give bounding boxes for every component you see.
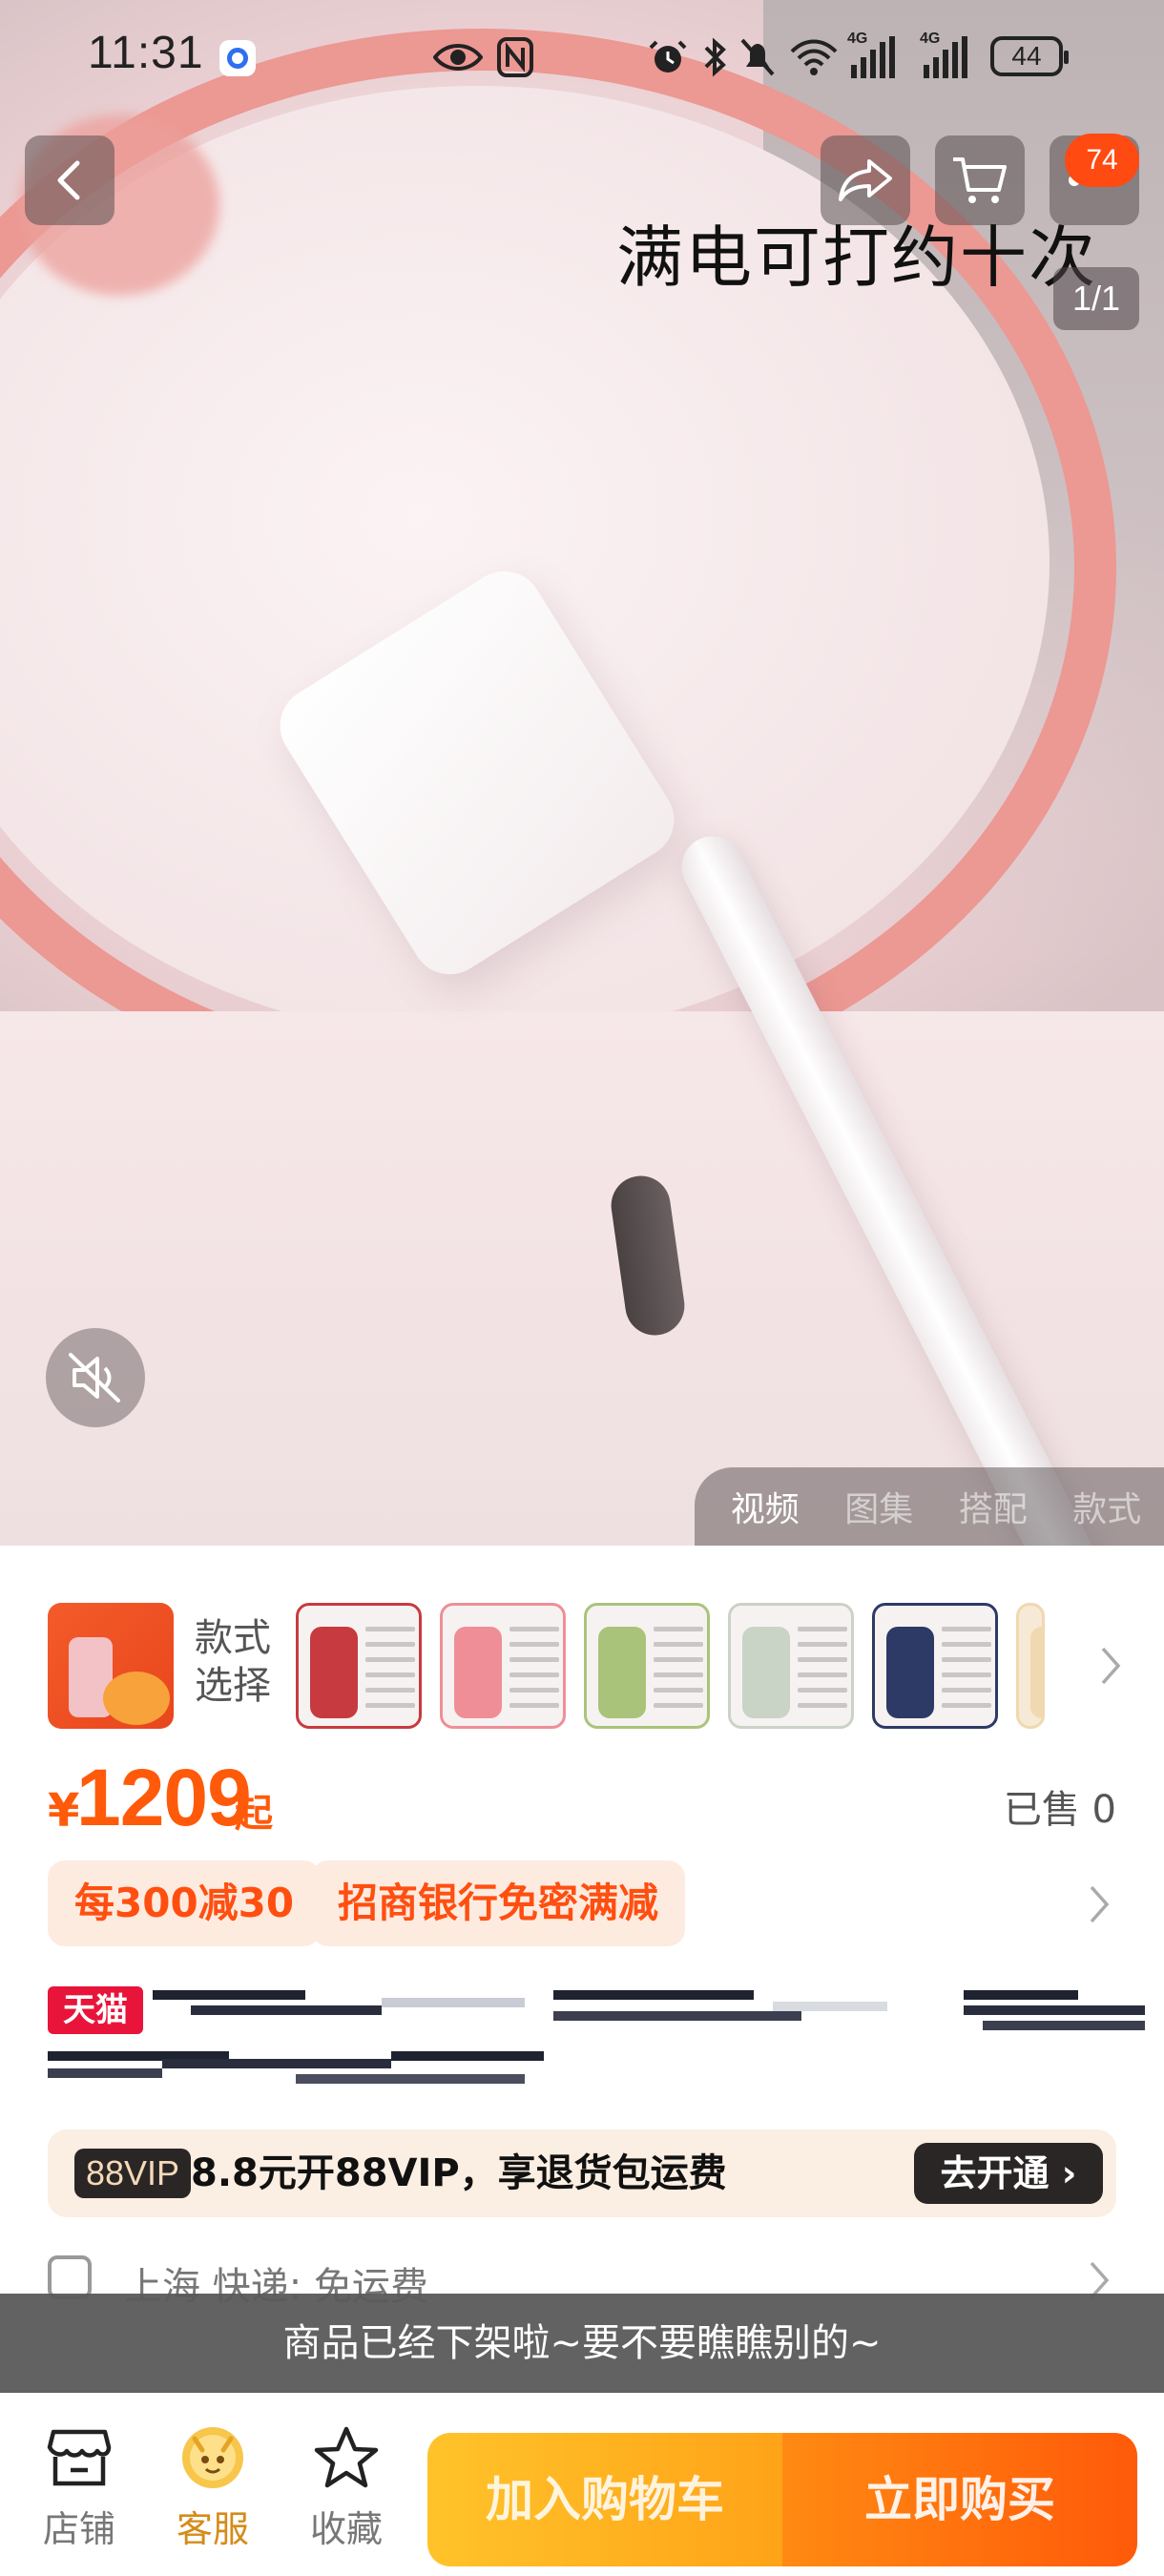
favorite-tab[interactable]: 收藏 <box>294 2420 399 2552</box>
mute-bell-icon <box>738 36 777 89</box>
title-line-1-redacted <box>153 1984 1145 2030</box>
product-title: 天猫 <box>48 1984 1145 2109</box>
promo-bank[interactable]: 招商银行免密满减 <box>311 1860 686 1946</box>
star-icon <box>314 2426 379 2488</box>
buy-now-button[interactable]: 立即购买 <box>782 2433 1137 2566</box>
style-selector-label: 款式 选择 <box>195 1616 271 1708</box>
notification-app-icon <box>219 40 256 76</box>
service-tab[interactable]: 客服 <box>160 2420 265 2552</box>
service-label: 客服 <box>176 2508 249 2550</box>
vip-text: 8.8元开88VIP，享退货包运费 <box>191 2151 727 2195</box>
bluetooth-icon <box>702 36 729 89</box>
favorite-label: 收藏 <box>309 2508 383 2550</box>
cart-icon <box>953 157 1007 203</box>
tab-match[interactable]: 搭配 <box>959 1482 1028 1531</box>
media-tabs: 视频 图集 搭配 款式 <box>695 1467 1164 1546</box>
back-button[interactable] <box>25 135 114 225</box>
style-thumbnail[interactable] <box>872 1603 998 1729</box>
tab-styles[interactable]: 款式 <box>1072 1482 1141 1531</box>
style-thumbnail[interactable] <box>296 1603 422 1729</box>
promotions-row[interactable]: 每300减30 招商银行免密满减 <box>48 1860 1116 1946</box>
back-icon <box>57 160 80 200</box>
off-shelf-toast: 商品已经下架啦~要不要瞧瞧别的~ <box>0 2294 1164 2393</box>
tmall-badge: 天猫 <box>48 1986 143 2034</box>
sold-count: 已售 0 <box>1003 1788 1116 1832</box>
signal-icon-2: 4G <box>920 31 967 78</box>
share-icon <box>839 159 892 201</box>
price-row: ¥ 1209 起 已售 0 <box>48 1752 1116 1842</box>
video-caption: 满电可打约十次 <box>616 218 1097 297</box>
chevron-right-icon[interactable] <box>1099 1645 1122 1687</box>
style-thumbnail[interactable] <box>584 1603 710 1729</box>
media-pager: 1/1 <box>1053 267 1139 330</box>
style-main-thumbnail[interactable] <box>48 1603 174 1729</box>
bottom-action-bar: 店铺 客服 收藏 加入购物车 立即购买 <box>0 2393 1164 2576</box>
price-suffix: 起 <box>235 1792 273 1836</box>
vip-tag: 88VIP <box>74 2149 192 2198</box>
add-to-cart-button[interactable]: 加入购物车 <box>427 2433 782 2566</box>
tab-gallery[interactable]: 图集 <box>844 1482 913 1531</box>
vip-open-button[interactable]: 去开通 › <box>914 2143 1103 2204</box>
price-currency: ¥ <box>48 1784 80 1838</box>
alarm-icon <box>649 36 687 89</box>
style-thumbnail[interactable] <box>1016 1603 1045 1729</box>
product-info: 款式 选择 ¥ 1209 起 已售 0 每300减30 招商银行免密满减 天猫 <box>0 1546 1164 2576</box>
tab-video[interactable]: 视频 <box>731 1482 800 1531</box>
nfc-icon <box>496 36 534 89</box>
shop-icon <box>47 2429 112 2486</box>
style-thumbnails <box>296 1603 1045 1729</box>
price-amount: 1209 <box>76 1753 252 1842</box>
signal-icon-1: 4G <box>847 31 895 78</box>
battery-indicator: 44 <box>990 36 1069 76</box>
title-line-2-redacted <box>48 2046 544 2091</box>
status-bar: 11:31 4G 4G 44 <box>0 0 1164 114</box>
wifi-icon <box>788 36 840 89</box>
promo-discount[interactable]: 每300减30 <box>48 1860 322 1946</box>
service-icon <box>182 2427 243 2488</box>
cart-count-badge: 74 <box>1065 134 1139 187</box>
mute-button[interactable] <box>46 1328 145 1427</box>
shop-label: 店铺 <box>42 2508 115 2550</box>
shop-tab[interactable]: 店铺 <box>27 2420 132 2552</box>
style-selector[interactable]: 款式 选择 <box>48 1603 1126 1729</box>
status-time: 11:31 <box>88 28 204 78</box>
vip-banner[interactable]: 88VIP 8.8元开88VIP，享退货包运费 去开通 › <box>48 2129 1116 2217</box>
product-media[interactable]: 11:31 4G 4G 44 74 满电可打约十次 1/1 视频 图集 搭配 款… <box>0 0 1164 1546</box>
chevron-right-icon[interactable] <box>1088 1883 1111 1925</box>
mute-icon <box>69 1353 120 1402</box>
style-thumbnail[interactable] <box>440 1603 566 1729</box>
style-thumbnail[interactable] <box>728 1603 854 1729</box>
eye-icon <box>432 36 484 89</box>
